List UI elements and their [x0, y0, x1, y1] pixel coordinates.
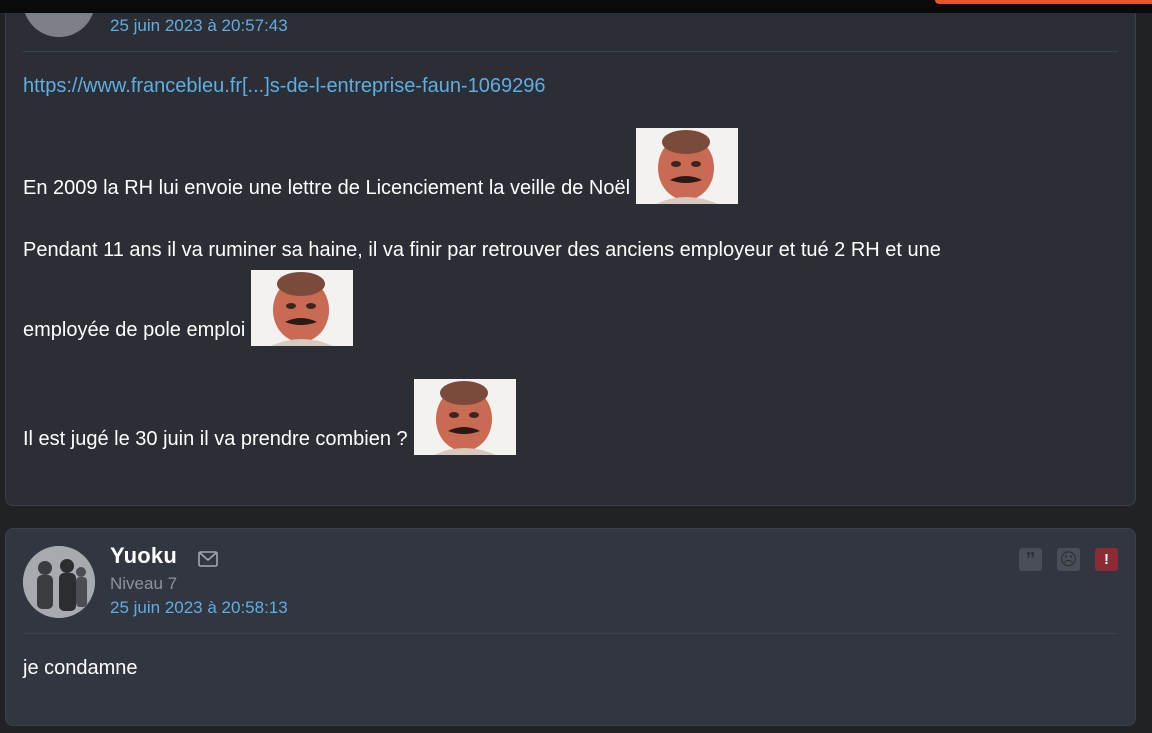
post-paragraph: En 2009 la RH lui envoie une lettre de L… [23, 128, 739, 204]
report-glyph: ! [1104, 551, 1109, 568]
sad-face-icon[interactable]: ☹ [1057, 548, 1080, 571]
forum-post: Yuoku Niveau 7 25 juin 2023 à 20:58:13 ”… [5, 528, 1136, 726]
author-name[interactable]: Yuoku [110, 543, 177, 569]
quote-glyph: ” [1025, 548, 1036, 571]
paragraph-text: employée de pole emploi [23, 319, 246, 341]
post-paragraph: Il est jugé le 30 juin il va prendre com… [23, 379, 516, 455]
risitas-sticker [251, 270, 354, 346]
post-paragraph: Pendant 11 ans il va ruminer sa haine, i… [23, 239, 941, 262]
post-link-paragraph: https://www.francebleu.fr[...]s-de-l-ent… [23, 73, 545, 99]
quote-icon[interactable]: ” [1019, 548, 1042, 571]
risitas-sticker [413, 379, 516, 455]
risitas-sticker [636, 128, 739, 204]
user-level: Niveau 7 [110, 574, 178, 593]
paragraph-text: Pendant 11 ans il va ruminer sa haine, i… [23, 239, 941, 261]
forum-post: 25 juin 2023 à 20:57:43 https://www.fran… [5, 0, 1136, 506]
topbar-accent-button[interactable] [935, 0, 1152, 4]
post-actions: ” ☹ ! [1019, 548, 1118, 571]
post-paragraph: employée de pole emploi [23, 270, 354, 346]
post-date[interactable]: 25 juin 2023 à 20:58:13 [110, 598, 288, 618]
top-navigation-bar [0, 0, 1152, 13]
post-date[interactable]: 25 juin 2023 à 20:57:43 [110, 16, 288, 36]
divider [23, 633, 1118, 634]
mail-icon[interactable] [198, 551, 218, 567]
article-link[interactable]: https://www.francebleu.fr[...]s-de-l-ent… [23, 75, 545, 97]
post-body: je condamne [23, 657, 138, 679]
paragraph-text: En 2009 la RH lui envoie une lettre de L… [23, 177, 631, 199]
divider [23, 51, 1118, 52]
paragraph-text: Il est jugé le 30 juin il va prendre com… [23, 428, 408, 450]
avatar[interactable] [23, 546, 95, 618]
sad-glyph: ☹ [1059, 550, 1078, 569]
report-icon[interactable]: ! [1095, 548, 1118, 571]
